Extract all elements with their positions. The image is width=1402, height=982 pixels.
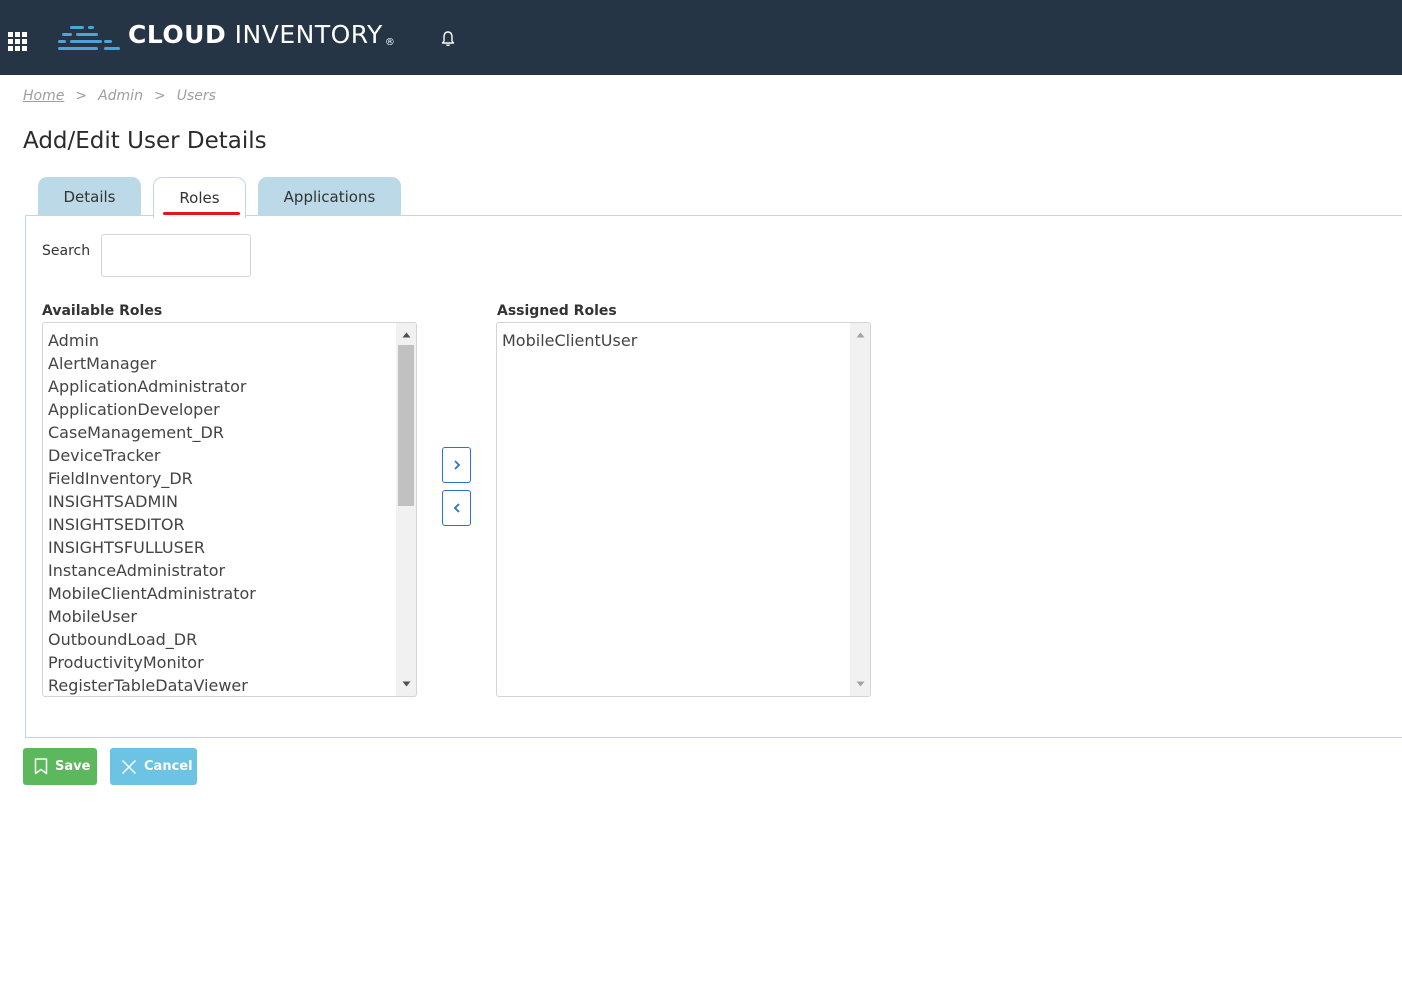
page-title: Add/Edit User Details [23,128,267,154]
chevron-right-icon [453,460,460,470]
assigned-roles-label: Assigned Roles [497,303,617,319]
role-option[interactable]: Admin [48,329,394,352]
scroll-down-arrow-icon[interactable] [396,674,416,694]
scroll-thumb[interactable] [398,345,414,506]
role-option[interactable]: ApplicationDeveloper [48,398,394,421]
role-option[interactable]: MobileClientUser [502,329,848,352]
tab-applications[interactable]: Applications [258,177,401,217]
role-option[interactable]: DeviceTracker [48,444,394,467]
close-icon [121,759,137,774]
app-grid-icon[interactable] [8,32,27,51]
breadcrumb-users: Users [176,88,216,104]
breadcrumb-separator: > [153,88,166,104]
bell-icon[interactable] [440,30,456,48]
add-role-button[interactable] [442,447,471,483]
breadcrumb-home-link[interactable]: Home [23,88,64,104]
role-option[interactable]: MobileClientAdministrator [48,582,394,605]
scroll-up-arrow-icon[interactable] [396,325,416,345]
assigned-roles-list[interactable]: MobileClientUser [496,322,871,697]
role-option[interactable]: INSIGHTSFULLUSER [48,536,394,559]
chevron-left-icon [453,503,460,513]
role-option[interactable]: ApplicationAdministrator [48,375,394,398]
assigned-roles-items: MobileClientUser [502,329,848,352]
bookmark-icon [34,758,48,775]
role-option[interactable]: InstanceAdministrator [48,559,394,582]
breadcrumb: Home > Admin > Users [23,88,216,104]
tab-label: Roles [179,189,220,207]
logo-mark-icon [58,26,120,50]
scroll-up-arrow-icon[interactable] [850,325,870,345]
active-tab-indicator [163,212,240,215]
search-label: Search [42,243,91,259]
available-roles-scrollbar[interactable] [396,323,416,696]
assigned-roles-scrollbar[interactable] [850,323,870,696]
tab-label: Details [63,188,116,206]
available-roles-items: Admin AlertManager ApplicationAdministrato… [48,329,394,696]
scroll-down-arrow-icon[interactable] [850,674,870,694]
cancel-button[interactable]: Cancel [110,748,197,785]
save-button[interactable]: Save [23,748,97,785]
available-roles-list[interactable]: Admin AlertManager ApplicationAdministrato… [42,322,417,697]
role-option[interactable]: FieldInventory_DR [48,467,394,490]
top-navigation-bar: CLOUD INVENTORY ® [0,0,1402,75]
registered-mark: ® [384,37,396,48]
role-option[interactable]: RegisterTableDataViewer [48,674,394,696]
brand-name: CLOUD INVENTORY ® [128,18,395,60]
role-option[interactable]: OutboundLoad_DR [48,628,394,651]
search-input[interactable] [101,234,251,277]
brand-name-light: INVENTORY [226,20,383,49]
breadcrumb-admin: Admin [98,88,143,104]
role-option[interactable]: ProductivityMonitor [48,651,394,674]
available-roles-label: Available Roles [42,303,163,319]
role-option[interactable]: INSIGHTSEDITOR [48,513,394,536]
remove-role-button[interactable] [442,490,471,526]
role-option[interactable]: INSIGHTSADMIN [48,490,394,513]
tab-details[interactable]: Details [38,177,141,217]
tab-label: Applications [283,188,376,206]
brand-name-bold: CLOUD [128,20,227,49]
role-option[interactable]: AlertManager [48,352,394,375]
role-option[interactable]: MobileUser [48,605,394,628]
role-option[interactable]: CaseManagement_DR [48,421,394,444]
cancel-label: Cancel [144,759,193,774]
breadcrumb-separator: > [75,88,88,104]
cloud-inventory-logo[interactable]: CLOUD INVENTORY ® [58,20,395,56]
save-label: Save [55,759,91,774]
